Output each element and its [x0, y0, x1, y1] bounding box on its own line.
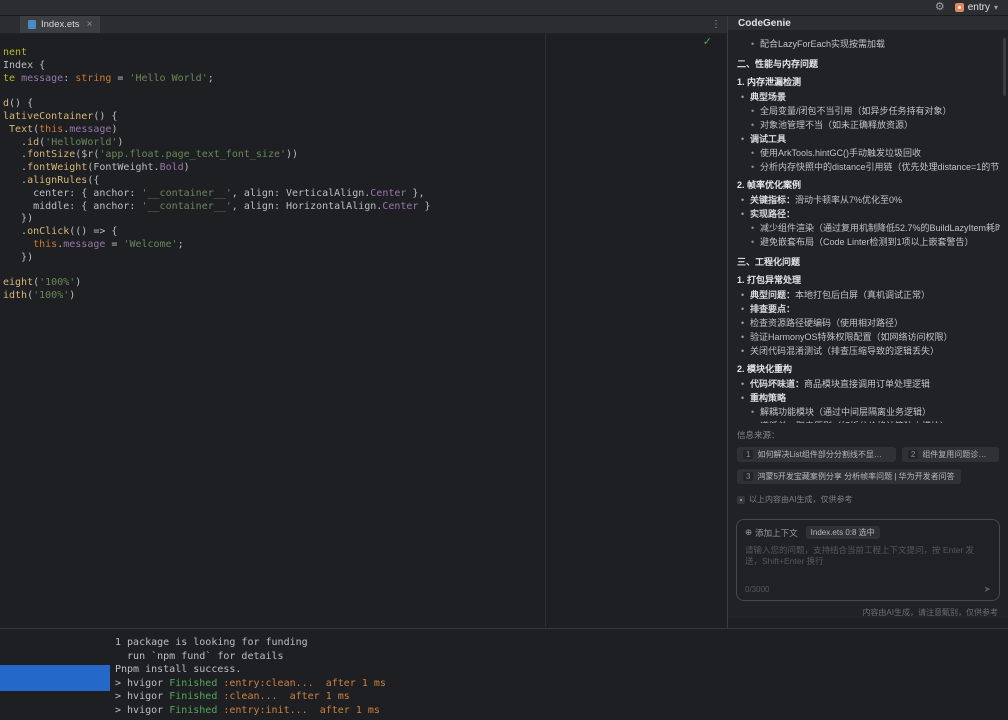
assistant-item: 典型问题：本地打包后白屏（真机调试正常）: [737, 289, 1000, 302]
close-icon[interactable]: ×: [87, 20, 93, 30]
term-line: > hvigor Finished :entry:clean... after …: [115, 677, 1008, 691]
code-line: .onClick(() => {: [3, 226, 727, 239]
assistant-item: 检查资源路径硬编码（使用相对路径）: [737, 317, 1000, 330]
run-configuration-selector[interactable]: entry ▾: [955, 2, 998, 13]
panel-spacer: [728, 508, 1008, 519]
kebab-menu-icon[interactable]: ⋮: [711, 19, 727, 30]
background-window-fragment: [0, 665, 110, 691]
assistant-item: 排查要点：: [737, 303, 1000, 316]
terminal-output[interactable]: 1 package is looking for funding run `np…: [0, 628, 1008, 720]
context-file-chip[interactable]: Index.ets 0:8 选中: [806, 526, 880, 539]
context-row: ⊕ 添加上下文 Index.ets 0:8 选中: [745, 526, 991, 539]
assistant-item: 配合LazyForEach实现按需加载: [737, 38, 1000, 51]
panel-header: CodeGenie: [728, 16, 1008, 31]
ai-note-text: 以上内容由AI生成，仅供参考: [749, 494, 853, 505]
panel-title: CodeGenie: [738, 18, 791, 29]
assistant-item: 避免嵌套布局（Code Linter检测到1项以上嵌套警告）: [737, 236, 1000, 249]
source-row-2: 3鸿蒙5开发宝藏案例分享 分析帧率问题 | 华为开发者问答: [737, 469, 999, 484]
assistant-item: 解耦功能模块（通过中间层隔离业务逻辑）: [737, 406, 1000, 419]
code-line: te message: string = 'Hello World';: [3, 73, 727, 86]
assistant-item: 调试工具: [737, 133, 1000, 146]
tab-label: Index.ets: [41, 19, 80, 30]
main-toolbar: ⚙ entry ▾: [0, 0, 1008, 16]
assistant-item: 重构策略: [737, 392, 1000, 405]
chat-input-box[interactable]: ⊕ 添加上下文 Index.ets 0:8 选中 请输入您的问题，支持结合当前工…: [736, 519, 1000, 601]
code-lines: nentIndex {te message: string = 'Hello W…: [0, 34, 727, 303]
code-line: .fontWeight(FontWeight.Bold): [3, 162, 727, 175]
add-context-label: 添加上下文: [755, 527, 798, 539]
ai-note: 以上内容由AI生成，仅供参考: [728, 491, 1008, 508]
code-line: nent: [3, 47, 727, 60]
code-line: Index {: [3, 60, 727, 73]
assistant-item: 减少组件渲染（通过复用机制降低52.7%的BuildLazyItem耗时）: [737, 222, 1000, 235]
source-chip[interactable]: 1如何解决List组件部分分割线不显示的问题: [737, 447, 896, 462]
code-line: [3, 85, 727, 98]
code-line: d() {: [3, 98, 727, 111]
add-context-button[interactable]: ⊕ 添加上下文: [745, 527, 798, 539]
source-chip[interactable]: 2组件复用问题诊断分析: [902, 447, 999, 462]
chat-input-placeholder[interactable]: 请输入您的问题，支持结合当前工程上下文提问，按 Enter 发送，Shift+E…: [745, 545, 991, 568]
ai-generated-icon: [737, 496, 745, 504]
assistant-item: 全局变量/闭包不当引用（如异步任务持有对象）: [737, 105, 1000, 118]
assistant-item: 遵循单一职责原则（如拆分价格计算独立模块）: [737, 420, 1000, 423]
assistant-item: 关闭代码混淆测试（排查压缩导致的逻辑丢失）: [737, 345, 1000, 358]
term-line: Pnpm install success.: [115, 663, 1008, 677]
code-line: center: { anchor: '__container__', align…: [3, 188, 727, 201]
run-configuration-label: entry: [968, 2, 990, 13]
assistant-content: 配合LazyForEach实现按需加载二、性能与内存问题 1. 内存泄漏检测典型场…: [728, 31, 1008, 423]
margin-guide-line: [545, 34, 546, 627]
assistant-item: 使用ArkTools.hintGC()手动触发垃圾回收: [737, 147, 1000, 160]
editor-tab-bar: Index.ets × ⋮: [0, 16, 727, 34]
assistant-item: 对象池管理不当（如未正确释放资源）: [737, 119, 1000, 132]
assistant-item: 二、性能与内存问题: [737, 58, 1000, 71]
assistant-item: 三、工程化问题: [737, 256, 1000, 269]
code-line: lativeContainer() {: [3, 111, 727, 124]
source-row-1: 1如何解决List组件部分分割线不显示的问题 2组件复用问题诊断分析: [737, 447, 999, 462]
inspection-ok-icon[interactable]: ✓: [703, 37, 712, 48]
module-icon: [955, 3, 964, 12]
assistant-item: 验证HarmonyOS特殊权限配置（如网络访问权限）: [737, 331, 1000, 344]
code-line: }): [3, 213, 727, 226]
ets-file-icon: [28, 20, 36, 29]
char-counter: 0/3000: [745, 585, 769, 594]
ide-window: ⚙ entry ▾ Index.ets × ⋮ nentIndex {te me…: [0, 0, 1008, 720]
code-line: .alignRules({: [3, 175, 727, 188]
code-line: [3, 265, 727, 278]
assistant-item: 实现路径：: [737, 208, 1000, 221]
codegenie-panel: CodeGenie 配合LazyForEach实现按需加载二、性能与内存问题 1.…: [728, 16, 1008, 618]
chevron-down-icon: ▾: [994, 3, 998, 12]
term-line: run `npm fund` for details: [115, 650, 1008, 664]
plus-icon: ⊕: [745, 527, 752, 538]
panel-footer-note: 内容由AI生成，请注意甄别，仅供参考: [728, 605, 1008, 618]
tab-index-ets[interactable]: Index.ets ×: [20, 16, 100, 33]
code-line: Text(this.message): [3, 124, 727, 137]
source-chip[interactable]: 3鸿蒙5开发宝藏案例分享 分析帧率问题 | 华为开发者问答: [737, 469, 961, 484]
assistant-item: 典型场景: [737, 91, 1000, 104]
assistant-item: 1. 打包异常处理: [737, 274, 1000, 287]
code-editor[interactable]: nentIndex {te message: string = 'Hello W…: [0, 34, 727, 627]
scrollbar-thumb[interactable]: [1003, 38, 1006, 96]
sources-label: 信息来源：: [737, 429, 999, 441]
code-line: eight('100%'): [3, 277, 727, 290]
sources-section: 信息来源： 1如何解决List组件部分分割线不显示的问题2组件复用问题诊断分析 …: [728, 423, 1008, 491]
assistant-item: 2. 模块化重构: [737, 363, 1000, 376]
assistant-item: 代码坏味道：商品模块直接调用订单处理逻辑: [737, 378, 1000, 391]
assistant-item: 分析内存快照中的distance引用链（优先处理distance=1的节点）1: [737, 161, 1000, 174]
code-line: .id('HelloWorld'): [3, 137, 727, 150]
code-line: .fontSize($r('app.float.page_text_font_s…: [3, 149, 727, 162]
assistant-item: 1. 内存泄漏检测: [737, 76, 1000, 89]
term-line: > hvigor Finished :entry:init... after 1…: [115, 704, 1008, 718]
settings-gear-icon[interactable]: ⚙: [935, 2, 945, 13]
assistant-item: 关键指标：滑动卡顿率从7%优化至0%: [737, 194, 1000, 207]
code-line: }): [3, 252, 727, 265]
input-bottom-row: 0/3000 ➤: [745, 584, 991, 595]
assistant-item: 2. 帧率优化案例: [737, 179, 1000, 192]
editor-column: Index.ets × ⋮ nentIndex {te message: str…: [0, 16, 728, 628]
term-line: 1 package is looking for funding: [115, 636, 1008, 650]
send-icon[interactable]: ➤: [983, 584, 991, 595]
term-line: > hvigor Finished :clean... after 1 ms: [115, 690, 1008, 704]
code-line: idth('100%'): [3, 290, 727, 303]
code-line: middle: { anchor: '__container__', align…: [3, 201, 727, 214]
code-line: this.message = 'Welcome';: [3, 239, 727, 252]
